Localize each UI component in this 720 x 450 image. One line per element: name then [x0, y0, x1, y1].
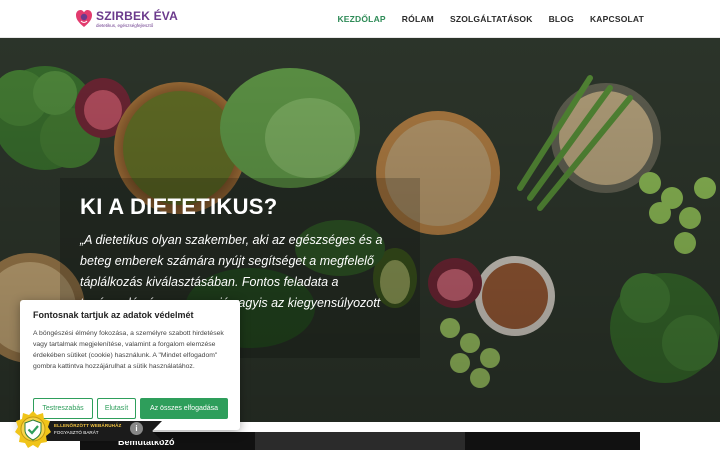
main-nav: KEZDŐLAP RÓLAM SZOLGÁLTATÁSOK BLOG KAPCS… [337, 14, 644, 24]
nav-item-home[interactable]: KEZDŐLAP [337, 14, 385, 24]
site-logo[interactable]: SZIRBEK ÉVA dietetikus, egészségfejleszt… [76, 9, 178, 29]
video-thumbnail[interactable] [255, 432, 465, 450]
nav-item-services[interactable]: SZOLGÁLTATÁSOK [450, 14, 533, 24]
heart-logo-icon [76, 9, 92, 29]
badge-line2: FOGYASZTÓ BARÁT [54, 430, 99, 435]
cookie-title: Fontosnak tartjuk az adatok védelmét [33, 310, 194, 320]
site-header: SZIRBEK ÉVA dietetikus, egészségfejleszt… [0, 0, 720, 38]
badge-line1: ELLENŐRZÖTT WEBÁRUHÁZ [54, 423, 122, 428]
nav-item-contact[interactable]: KAPCSOLAT [590, 14, 644, 24]
hero-title: KI A DIETETIKUS? [80, 194, 278, 219]
nav-item-blog[interactable]: BLOG [549, 14, 574, 24]
info-icon[interactable]: i [130, 422, 143, 435]
verified-seal-icon [15, 411, 51, 448]
cookie-description: A böngészési élmény fokozása, a személyr… [33, 330, 224, 370]
nav-item-about[interactable]: RÓLAM [402, 14, 434, 24]
logo-name: SZIRBEK ÉVA [96, 8, 178, 23]
logo-tagline: dietetikus, egészségfejlesztő [96, 22, 154, 28]
